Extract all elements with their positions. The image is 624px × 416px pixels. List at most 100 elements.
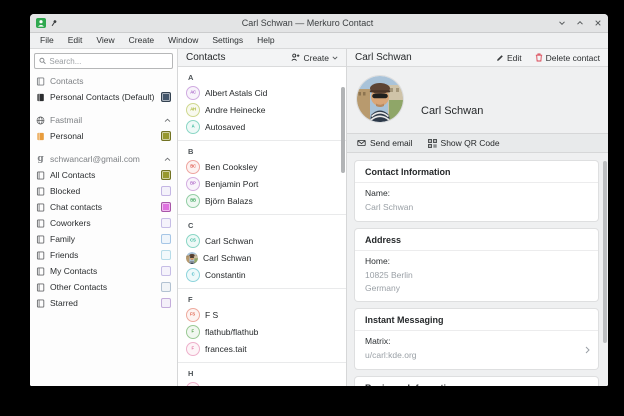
collection-checkbox[interactable] (161, 298, 171, 308)
contact-avatar: BP (186, 177, 200, 191)
section-letter: C (178, 218, 346, 232)
chevron-right-icon[interactable] (585, 346, 590, 354)
sidebar-item-label: Family (50, 234, 75, 244)
delete-contact-button[interactable]: Delete contact (535, 53, 600, 63)
collection-checkbox[interactable] (161, 218, 171, 228)
contact-avatar: FS (186, 308, 200, 322)
contact-row-name: Carl Schwan (205, 236, 253, 246)
scrollbar-thumb[interactable] (603, 161, 607, 343)
sidebar-item-label: Blocked (50, 186, 80, 196)
show-qr-code-button[interactable]: Show QR Code (428, 138, 500, 148)
title-bar[interactable]: Carl Schwan — Merkuro Contact (30, 14, 608, 33)
contact-row-carl-schwan[interactable]: Carl Schwan (178, 249, 346, 266)
sidebar-item-family[interactable]: Family (30, 231, 177, 247)
sidebar-section-label: Contacts (50, 76, 84, 86)
collection-checkbox[interactable] (161, 266, 171, 276)
sidebar-item-personal-contacts-default[interactable]: Personal Contacts (Default) (30, 89, 177, 105)
detail-card-title: Business Information (355, 377, 598, 386)
contact-row-ben-cooksley[interactable]: BC Ben Cooksley (178, 158, 346, 175)
contact-row-andre-heinecke[interactable]: AH Andre Heinecke (178, 101, 346, 118)
scrollbar-thumb[interactable] (341, 87, 345, 173)
sidebar-item-label: Other Contacts (50, 282, 107, 292)
detail-panel-title: Carl Schwan (355, 52, 412, 63)
qr-code-icon (428, 139, 437, 148)
pin-icon[interactable] (50, 19, 58, 27)
sidebar-item-coworkers[interactable]: Coworkers (30, 215, 177, 231)
collection-checkbox[interactable] (161, 282, 171, 292)
desktop-background: { "window": { "title": "Carl Schwan — Me… (0, 0, 624, 416)
sidebar-item-all-contacts[interactable]: All Contacts (30, 167, 177, 183)
sidebar-section-schwancarl-gmail-com[interactable]: g schwancarl@gmail.com (30, 151, 177, 167)
minimize-button[interactable] (557, 19, 566, 28)
contact-photo (357, 76, 403, 122)
contact-row-albert-astals-cid[interactable]: AC Albert Astals Cid (178, 84, 346, 101)
sidebar-group-fastmail: Fastmail Personal (30, 112, 177, 144)
sidebar-section-fastmail[interactable]: Fastmail (30, 112, 177, 128)
contact-row-name: Autosaved (205, 122, 245, 132)
contact-row-name: frances.tait (205, 344, 247, 354)
pencil-icon (496, 54, 504, 62)
contact-row-benjamin-port[interactable]: BP Benjamin Port (178, 175, 346, 192)
detail-field-matrix[interactable]: Matrix: u/carl:kde.org (355, 331, 598, 369)
sidebar-item-personal[interactable]: Personal (30, 128, 177, 144)
contact-row-frances-tait[interactable]: F frances.tait (178, 340, 346, 357)
address-book-icon (36, 299, 45, 308)
address-book-icon (36, 171, 45, 180)
collapse-icon[interactable] (164, 157, 171, 162)
sidebar-section-label: Fastmail (50, 115, 82, 125)
collection-checkbox[interactable] (161, 234, 171, 244)
collapse-icon[interactable] (164, 118, 171, 123)
contact-row-constantin[interactable]: C Constantin (178, 266, 346, 283)
sidebar-item-blocked[interactable]: Blocked (30, 183, 177, 199)
menu-item-create[interactable]: Create (122, 33, 162, 48)
menu-item-file[interactable]: File (33, 33, 61, 48)
section-letter: B (178, 144, 346, 158)
sidebar-item-chat-contacts[interactable]: Chat contacts (30, 199, 177, 215)
contact-row-halla-rempt[interactable]: HR Halla Rempt (178, 380, 346, 386)
contact-row-name: flathub/flathub (205, 327, 258, 337)
maximize-button[interactable] (575, 19, 584, 28)
main-content: Contacts Personal Contacts (Default) Fas… (30, 49, 608, 386)
field-label: Name: (365, 188, 588, 198)
edit-button[interactable]: Edit (496, 53, 522, 63)
contact-header: Carl Schwan (347, 67, 608, 133)
menu-item-settings[interactable]: Settings (205, 33, 250, 48)
collection-checkbox[interactable] (161, 131, 171, 141)
collection-checkbox[interactable] (161, 186, 171, 196)
contacts-panel-header: Contacts Create (178, 49, 346, 67)
contact-avatar: F (186, 325, 200, 339)
chevron-down-icon (332, 56, 338, 60)
contact-row-carl-schwan[interactable]: CS Carl Schwan (178, 232, 346, 249)
menu-item-help[interactable]: Help (250, 33, 281, 48)
collection-checkbox[interactable] (161, 92, 171, 102)
search-box[interactable] (34, 53, 173, 69)
create-button[interactable]: Create (291, 53, 338, 63)
collection-checkbox[interactable] (161, 202, 171, 212)
contacts-panel: Contacts Create A AC Albert Astals Cid A… (178, 49, 347, 386)
menu-item-window[interactable]: Window (161, 33, 205, 48)
sidebar-item-other-contacts[interactable]: Other Contacts (30, 279, 177, 295)
menu-bar: FileEditViewCreateWindowSettingsHelp (30, 33, 608, 49)
sidebar-item-my-contacts[interactable]: My Contacts (30, 263, 177, 279)
collection-checkbox[interactable] (161, 170, 171, 180)
detail-field-home: Home: 10825 BerlinGermany (355, 251, 598, 302)
contact-avatar: BB (186, 194, 200, 208)
contact-row-autosaved[interactable]: A Autosaved (178, 118, 346, 135)
close-button[interactable] (593, 19, 602, 28)
sidebar-item-starred[interactable]: Starred (30, 295, 177, 311)
collection-checkbox[interactable] (161, 250, 171, 260)
detail-card-title: Contact Information (355, 161, 598, 183)
contact-row-name: Benjamin Port (205, 179, 258, 189)
contacts-icon (36, 77, 45, 86)
detail-card-title: Instant Messaging (355, 309, 598, 331)
contact-row-bj-rn-balazs[interactable]: BB Björn Balazs (178, 192, 346, 209)
contact-row-flathub-flathub[interactable]: F flathub/flathub (178, 323, 346, 340)
send-email-button[interactable]: Send email (357, 138, 413, 148)
contact-row-f-s[interactable]: FS F S (178, 306, 346, 323)
menu-item-view[interactable]: View (89, 33, 121, 48)
field-value: Germany (365, 282, 588, 295)
sidebar-item-friends[interactable]: Friends (30, 247, 177, 263)
person-add-icon (291, 53, 300, 62)
search-input[interactable] (49, 57, 168, 66)
menu-item-edit[interactable]: Edit (61, 33, 90, 48)
